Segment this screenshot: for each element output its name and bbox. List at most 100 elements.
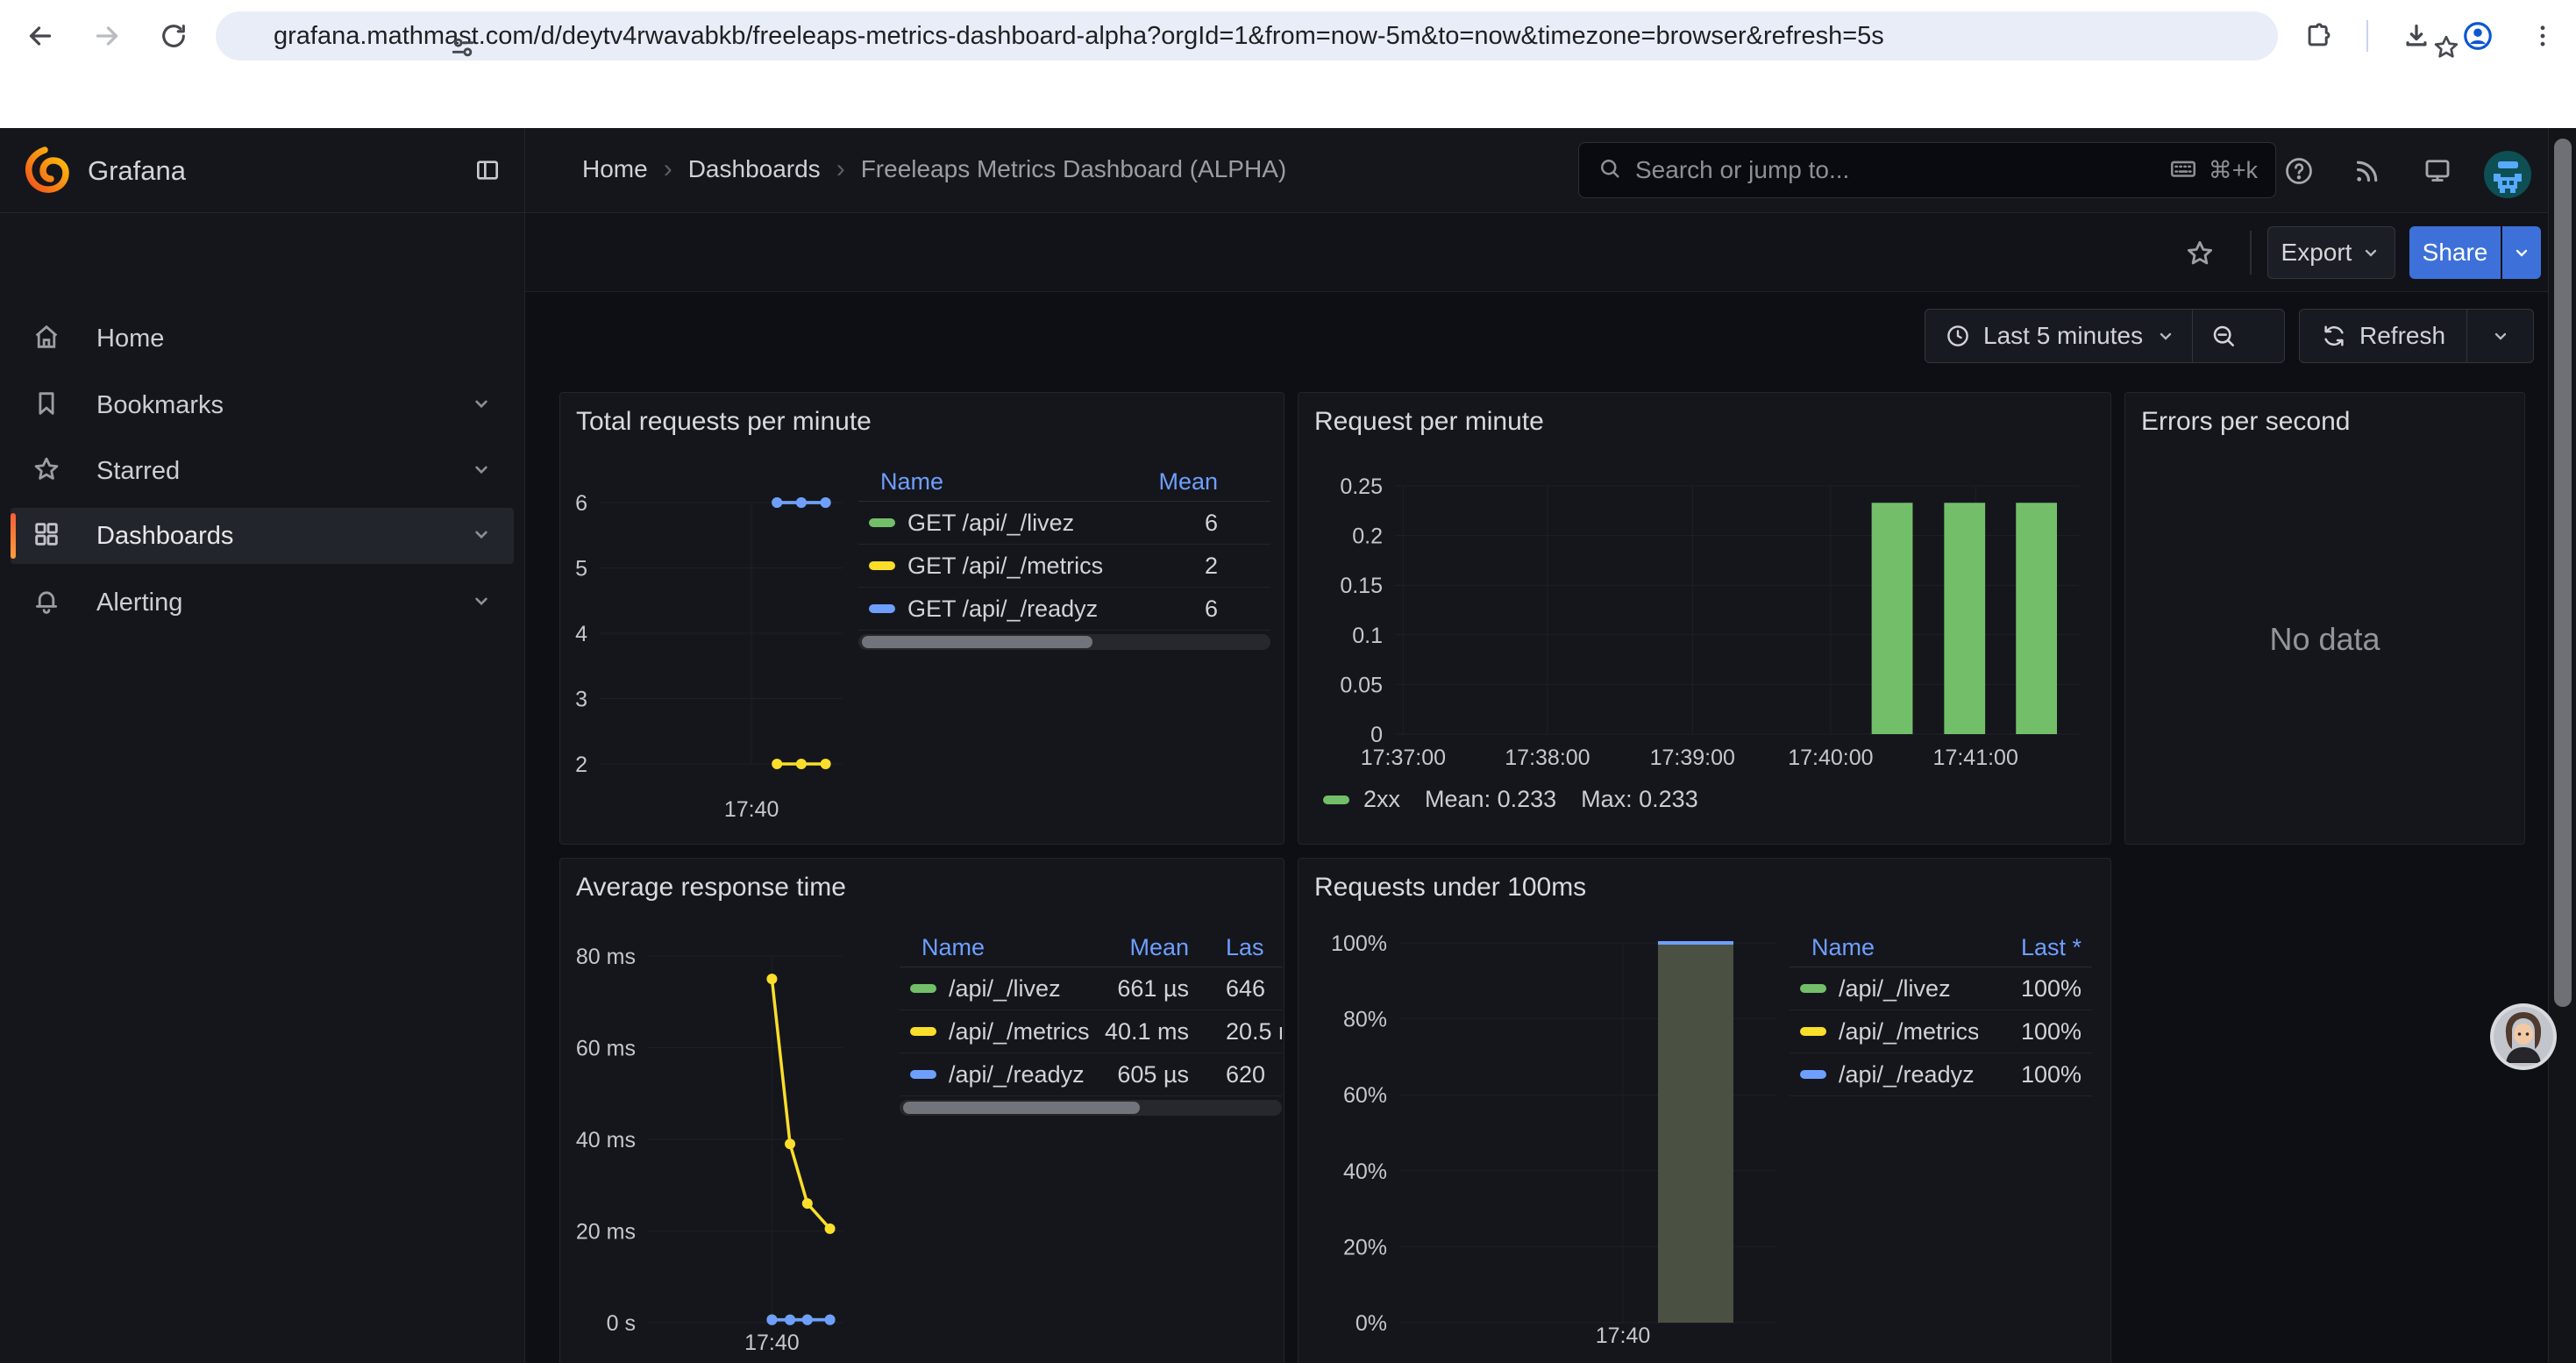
refresh-interval-dropdown[interactable]	[2467, 325, 2533, 346]
forward-button[interactable]	[89, 18, 125, 54]
legend-header-last[interactable]: Las	[1198, 934, 1282, 961]
back-button[interactable]	[23, 18, 58, 54]
scrollbar-thumb[interactable]	[862, 636, 1092, 648]
breadcrumb-home[interactable]: Home	[582, 155, 648, 183]
sidebar-item-dashboards[interactable]: Dashboards	[11, 508, 514, 564]
page-scrollbar[interactable]	[2548, 128, 2576, 1363]
legend-table: Name Mean GET /api/_/livez 6 GET /api/_/…	[858, 463, 1270, 650]
legend-header-mean[interactable]: Mean	[1092, 934, 1198, 961]
export-label: Export	[2281, 239, 2352, 267]
download-icon[interactable]	[2399, 18, 2434, 54]
series-last: 646	[1198, 975, 1282, 1003]
reload-button[interactable]	[156, 18, 191, 54]
news-rss-icon[interactable]	[2352, 155, 2383, 191]
svg-text:2: 2	[575, 753, 587, 777]
series-name[interactable]: GET /api/_/readyz	[907, 596, 1130, 623]
legend-row[interactable]: /api/_/metrics 40.1 ms 20.5 r	[900, 1010, 1282, 1053]
chevron-down-icon[interactable]	[470, 589, 493, 617]
series-name[interactable]: GET /api/_/metrics	[907, 553, 1130, 580]
sidebar-item-label: Alerting	[96, 589, 182, 617]
bookmark-star-icon[interactable]	[2429, 30, 2464, 65]
url-input[interactable]	[274, 22, 2278, 51]
legend-header-name[interactable]: Name	[1790, 934, 1978, 961]
breadcrumb-dashboards[interactable]: Dashboards	[688, 155, 821, 183]
scrollbar-thumb[interactable]	[903, 1102, 1140, 1114]
product-name: Grafana	[88, 155, 186, 187]
series-name[interactable]: /api/_/metrics	[1839, 1018, 1978, 1045]
share-dropdown-button[interactable]	[2502, 226, 2541, 279]
sidebar-item-alerting[interactable]: Alerting	[11, 574, 514, 631]
svg-text:0.1: 0.1	[1352, 624, 1383, 648]
series-name[interactable]: 2xx	[1363, 786, 1400, 813]
series-name[interactable]: /api/_/livez	[1839, 975, 1978, 1003]
favorite-star-icon[interactable]	[2184, 238, 2216, 274]
dashboard-actions-row: Export Share	[525, 213, 2576, 292]
series-color-pill	[869, 518, 895, 527]
user-avatar[interactable]	[2483, 150, 2532, 203]
legend-row[interactable]: GET /api/_/metrics 2	[858, 545, 1270, 588]
search-bar[interactable]: ⌘+k	[1578, 142, 2276, 198]
series-name[interactable]: GET /api/_/livez	[907, 510, 1130, 537]
bell-icon	[32, 586, 61, 620]
legend-table: Name Last * /api/_/livez 100% /api/_/met…	[1790, 929, 2092, 1096]
legend-header-name[interactable]: Name	[858, 468, 1130, 496]
panel-errors-per-second: Errors per second No data	[2124, 392, 2525, 845]
legend-header-mean[interactable]: Mean	[1130, 468, 1270, 496]
toolbar-divider	[2366, 20, 2368, 52]
zoom-out-button[interactable]	[2193, 322, 2254, 350]
legend-row[interactable]: /api/_/metrics 100%	[1790, 1010, 2092, 1053]
help-icon[interactable]	[2283, 155, 2315, 191]
menu-kebab-icon[interactable]	[2525, 18, 2560, 54]
sidebar-item-label: Home	[96, 325, 164, 353]
time-range-label[interactable]: Last 5 minutes	[1983, 322, 2143, 350]
url-bar[interactable]	[216, 11, 2278, 61]
legend-scrollbar[interactable]	[858, 634, 1270, 650]
legend-header-last[interactable]: Last *	[1978, 934, 2092, 961]
svg-text:0.25: 0.25	[1340, 475, 1383, 499]
chevron-down-icon[interactable]	[470, 458, 493, 485]
legend-scrollbar[interactable]	[900, 1100, 1282, 1116]
screen: Freeleaps 收藏博客 Grafana Home ›	[0, 0, 2576, 1363]
extensions-icon[interactable]	[2301, 18, 2336, 54]
svg-text:0%: 0%	[1356, 1311, 1387, 1336]
sidebar-item-starred[interactable]: Starred	[11, 443, 514, 499]
series-last: 20.5 r	[1198, 1018, 1282, 1045]
series-color-pill	[869, 604, 895, 613]
svg-text:17:41:00: 17:41:00	[1933, 746, 2018, 770]
legend-row[interactable]: /api/_/livez 100%	[1790, 967, 2092, 1010]
scrollbar-thumb[interactable]	[2554, 139, 2572, 1007]
series-color-pill	[1323, 796, 1349, 804]
search-input[interactable]	[1635, 156, 2168, 184]
sidebar-toggle-icon[interactable]	[473, 156, 502, 189]
chevron-down-icon[interactable]	[470, 392, 493, 419]
sidebar-item-home[interactable]: Home	[11, 310, 514, 367]
chevron-down-icon[interactable]	[470, 523, 493, 550]
active-item-accent	[11, 513, 16, 559]
series-name[interactable]: /api/_/livez	[949, 975, 1092, 1003]
svg-text:17:40: 17:40	[724, 797, 779, 822]
legend-row[interactable]: /api/_/livez 661 µs 646	[900, 967, 1282, 1010]
share-button[interactable]: Share	[2409, 226, 2501, 279]
legend-row[interactable]: GET /api/_/livez 6	[858, 502, 1270, 545]
series-name[interactable]: /api/_/readyz	[949, 1061, 1092, 1088]
dashboards-grid-icon	[32, 519, 61, 553]
grafana-logo[interactable]	[21, 146, 70, 199]
floating-assistant-avatar[interactable]	[2488, 1002, 2558, 1072]
legend-row[interactable]: /api/_/readyz 100%	[1790, 1053, 2092, 1096]
legend-header-name[interactable]: Name	[900, 934, 1092, 961]
legend-row[interactable]: /api/_/readyz 605 µs 620	[900, 1053, 1282, 1096]
series-name[interactable]: /api/_/metrics	[949, 1018, 1092, 1045]
panel-title[interactable]: Errors per second	[2141, 407, 2350, 437]
kiosk-monitor-icon[interactable]	[2422, 155, 2453, 191]
series-name[interactable]: /api/_/readyz	[1839, 1061, 1978, 1088]
profile-icon[interactable]	[2460, 18, 2495, 54]
export-button[interactable]: Export	[2267, 226, 2395, 279]
refresh-label[interactable]: Refresh	[2359, 322, 2445, 350]
sidebar-item-bookmarks[interactable]: Bookmarks	[11, 377, 514, 433]
site-settings-icon[interactable]	[445, 30, 480, 65]
panel-request-per-minute: Request per minute 0.250.20.150.10.05017…	[1298, 392, 2111, 845]
bar-chart[interactable]: 0.250.20.150.10.05017:37:0017:38:0017:39…	[1299, 393, 2110, 844]
legend-row[interactable]: GET /api/_/readyz 6	[858, 588, 1270, 631]
svg-text:20%: 20%	[1343, 1235, 1387, 1260]
legend-line[interactable]: 2xx Mean: 0.233 Max: 0.233	[1323, 786, 1698, 813]
